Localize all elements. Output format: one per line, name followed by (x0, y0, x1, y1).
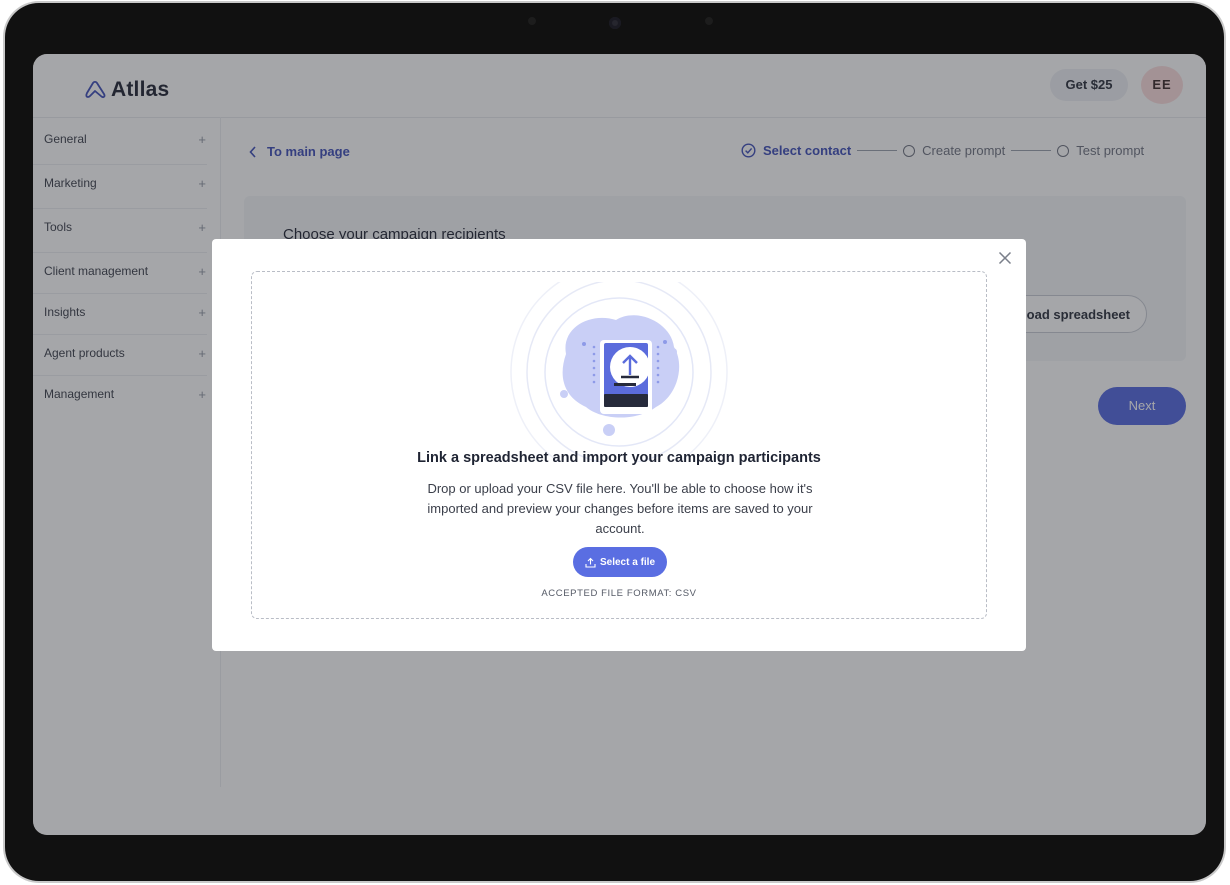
tablet-frame: Atllas Get $25 EE General + Marketing + … (5, 3, 1224, 881)
screen: Atllas Get $25 EE General + Marketing + … (33, 54, 1206, 835)
modal-title: Link a spreadsheet and import your campa… (417, 450, 821, 466)
sensor-dot (705, 17, 713, 25)
import-modal: Link a spreadsheet and import your campa… (212, 239, 1026, 651)
upload-icon (585, 557, 596, 568)
accepted-format-note: ACCEPTED FILE FORMAT: CSV (541, 588, 697, 599)
select-file-button[interactable]: Select a file (573, 547, 667, 577)
modal-description: Drop or upload your CSV file here. You'l… (427, 481, 813, 536)
file-drop-zone[interactable]: Link a spreadsheet and import your campa… (251, 271, 987, 619)
close-icon[interactable] (996, 249, 1014, 267)
sensor-dot (528, 17, 536, 25)
upload-document-illustration (510, 282, 728, 462)
camera (609, 17, 621, 29)
select-file-label: Select a file (599, 556, 656, 568)
